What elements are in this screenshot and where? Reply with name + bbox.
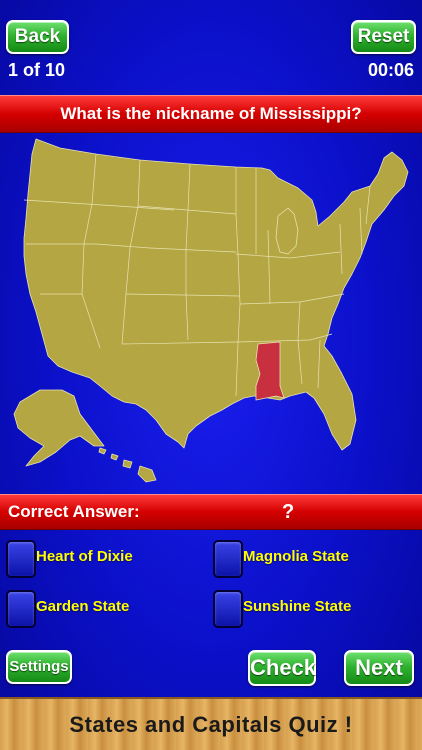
choice-checkbox[interactable]	[6, 540, 36, 578]
mississippi-highlight	[255, 341, 285, 401]
app-title: States and Capitals Quiz !	[69, 712, 353, 737]
app-title-banner: States and Capitals Quiz !	[0, 697, 422, 750]
progress-counter: 1 of 10	[8, 60, 66, 80]
alaska-land	[13, 389, 105, 467]
check-button[interactable]: Check	[248, 650, 316, 686]
choice-checkbox[interactable]	[6, 590, 36, 628]
choice-checkbox[interactable]	[213, 590, 243, 628]
choice-label: Garden State	[36, 598, 130, 615]
choice-checkbox[interactable]	[213, 540, 243, 578]
next-button[interactable]: Next	[344, 650, 414, 686]
choice-label: Magnolia State	[243, 548, 349, 565]
settings-button[interactable]: Settings	[6, 650, 72, 684]
question-banner: What is the nickname of Mississippi?	[0, 95, 422, 133]
reset-button[interactable]: Reset	[351, 20, 416, 54]
correct-answer-label: Correct Answer:	[8, 502, 140, 521]
contiguous-us-land	[23, 138, 409, 451]
hawaii-land	[98, 447, 157, 483]
choice-label: Sunshine State	[243, 598, 352, 615]
correct-answer-value: ?	[282, 501, 295, 523]
question-text: What is the nickname of Mississippi?	[60, 104, 362, 123]
app-screen: Back Reset 1 of 10 00:06 What is the nic…	[0, 0, 422, 750]
back-button[interactable]: Back	[6, 20, 69, 54]
timer: 00:06	[367, 60, 414, 80]
us-map	[13, 138, 409, 483]
answer-banner: Correct Answer: ?	[0, 494, 422, 530]
choice-label: Heart of Dixie	[36, 548, 133, 565]
